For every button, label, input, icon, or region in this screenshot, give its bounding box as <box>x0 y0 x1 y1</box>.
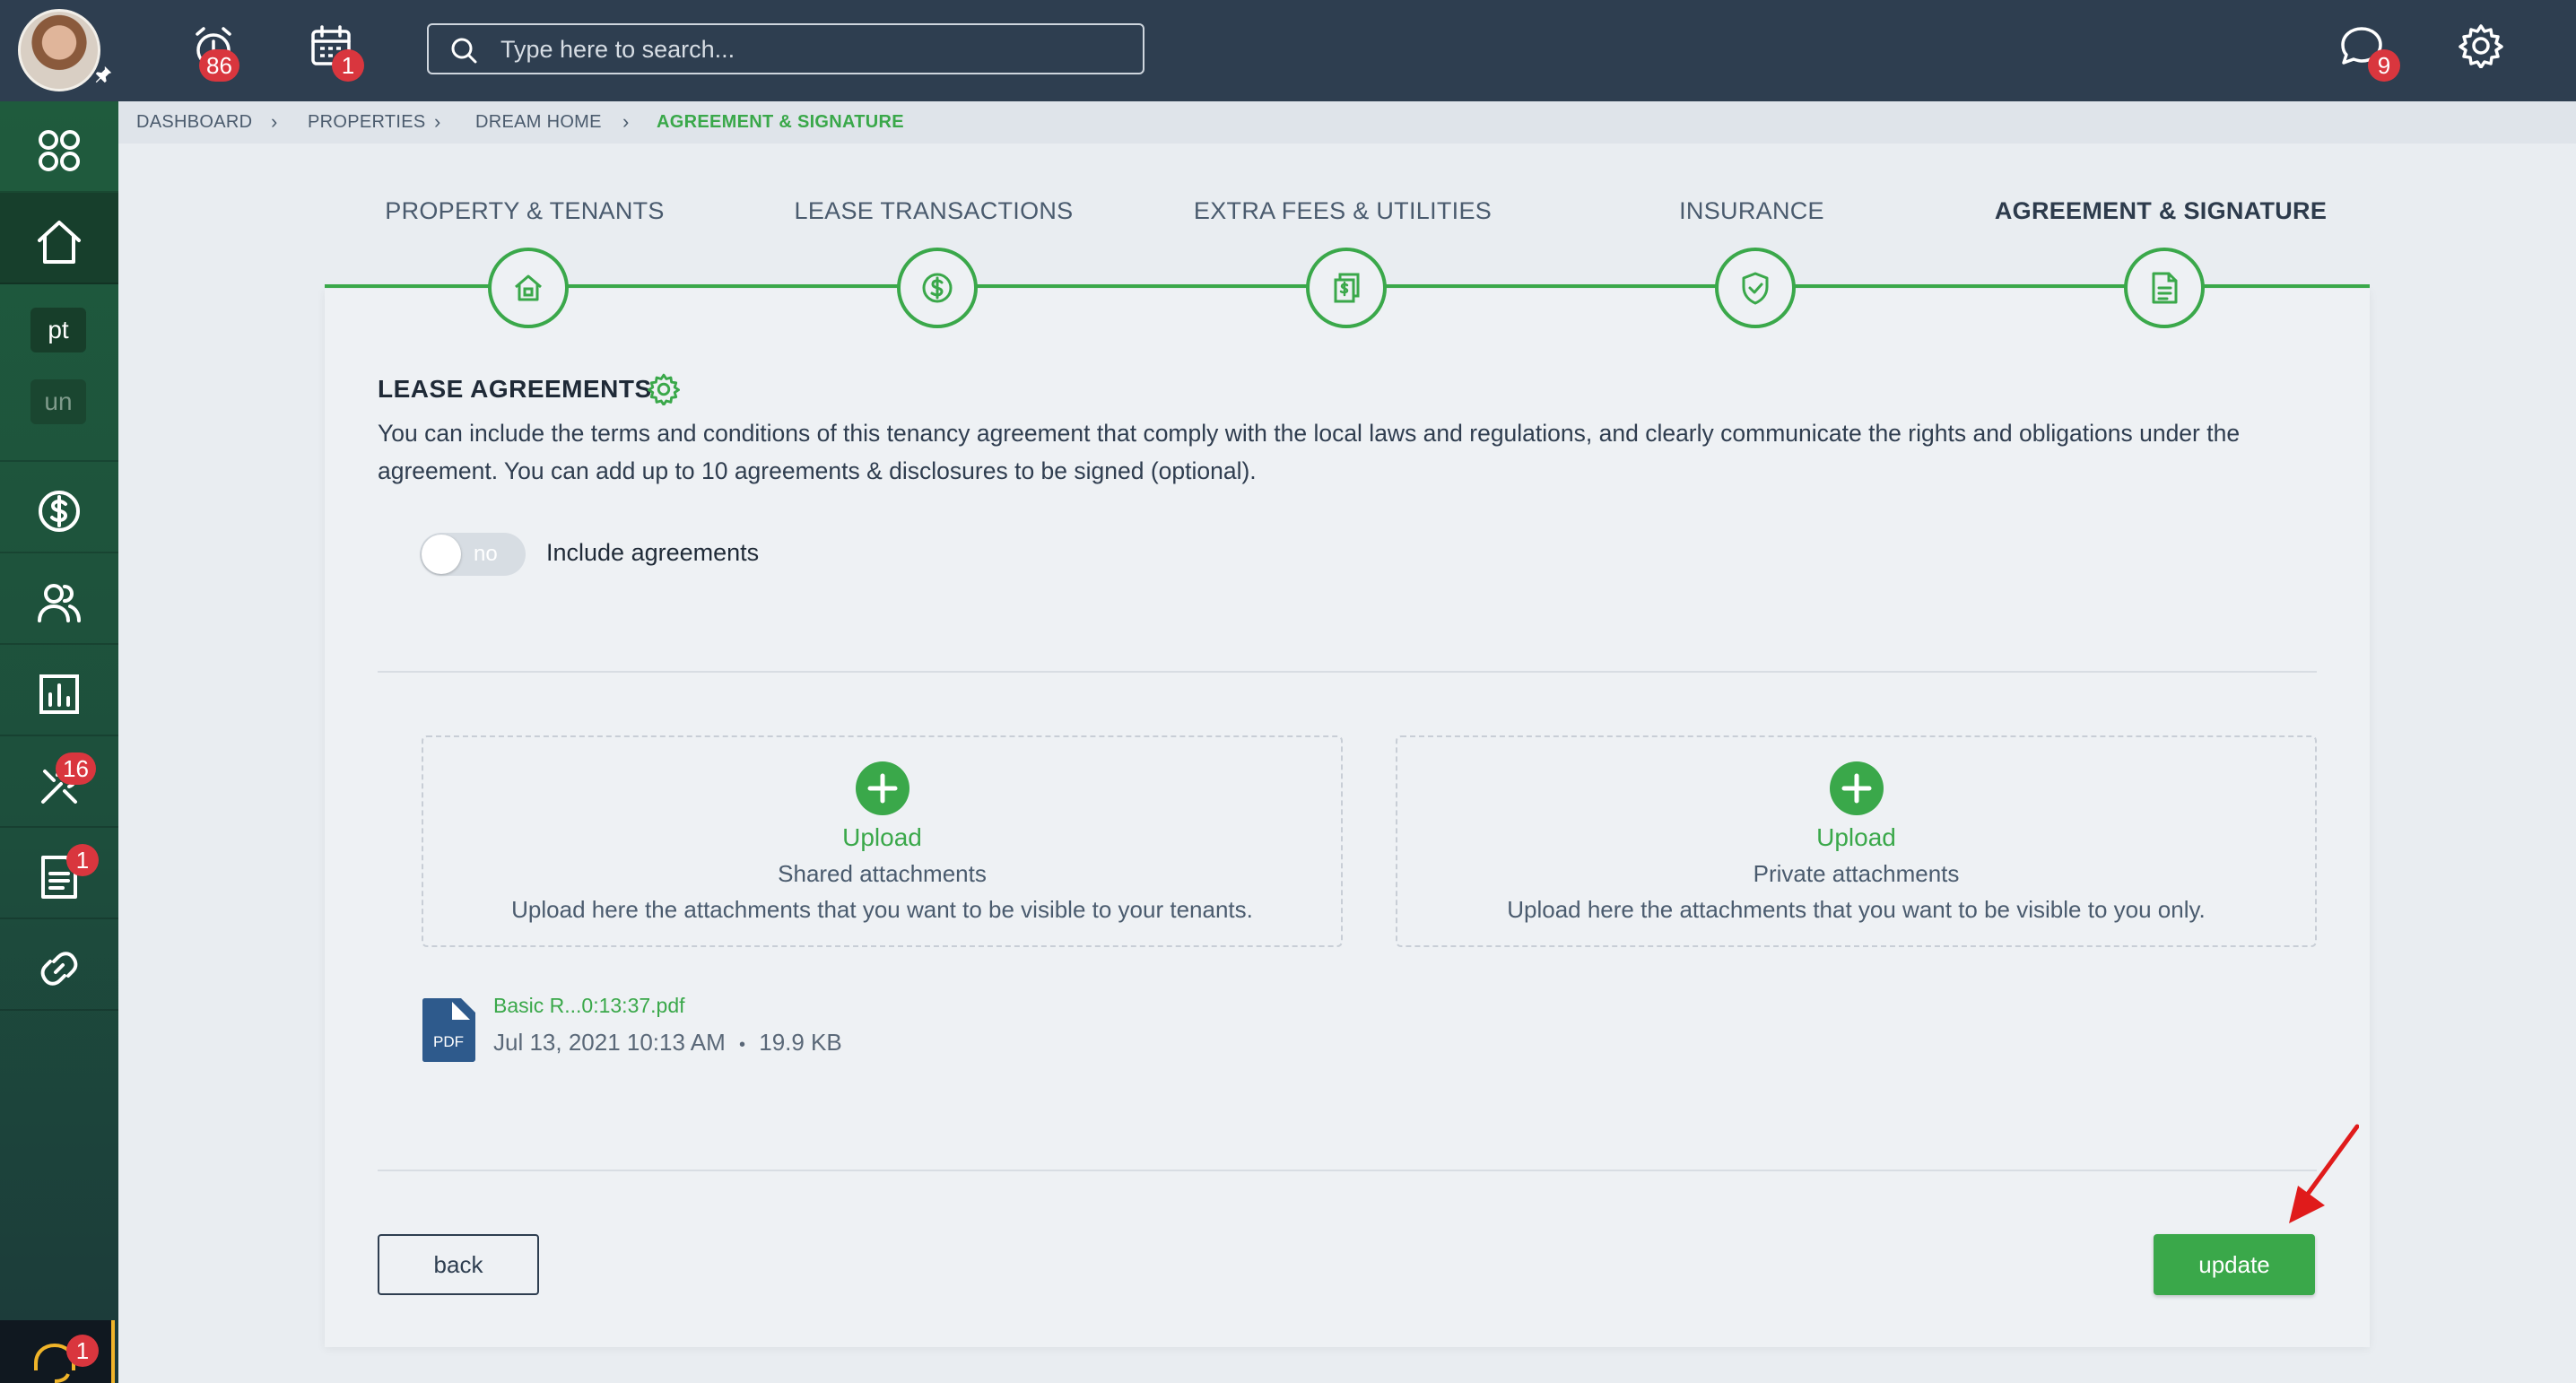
users-icon <box>38 584 81 622</box>
file-size: 19.9 KB <box>759 1029 842 1056</box>
document-icon <box>2152 272 2178 304</box>
file-meta: Jul 13, 2021 10:13 AM • 19.9 KB <box>493 1029 842 1057</box>
file-meta-separator: • <box>738 1035 745 1055</box>
alarm-badge: 86 <box>199 49 239 82</box>
step-extra-fees[interactable] <box>1306 248 1387 328</box>
upload-private-dropzone[interactable]: Upload Private attachments Upload here t… <box>1396 735 2317 947</box>
pdf-label: PDF <box>433 1033 464 1050</box>
pin-icon <box>95 65 112 83</box>
search-box[interactable] <box>427 23 1144 74</box>
upload-private-hint: Upload here the attachments that you wan… <box>1507 896 2206 923</box>
shortcut-pt[interactable]: pt <box>30 308 86 352</box>
chat-badge: 9 <box>2368 49 2400 82</box>
step-label-insurance[interactable]: INSURANCE <box>1679 197 1824 225</box>
upload-shared-action[interactable]: Upload <box>423 823 1341 852</box>
sidebar-item-shortcuts: pt un <box>0 284 118 462</box>
grid-icon <box>39 130 80 171</box>
sidebar-item-documents[interactable]: 1 <box>0 828 118 919</box>
link-icon <box>40 952 78 986</box>
toggle-label: Include agreements <box>546 539 760 566</box>
step-label-property-tenants[interactable]: PROPERTY & TENANTS <box>385 197 664 225</box>
upload-shared-dropzone[interactable]: Upload Shared attachments Upload here th… <box>422 735 1343 947</box>
breadcrumb-properties[interactable]: PROPERTIES <box>308 112 426 133</box>
step-agreement-signature[interactable] <box>2124 248 2205 328</box>
chevron-right-icon: › <box>271 110 278 133</box>
step-property-tenants[interactable] <box>488 248 569 328</box>
bills-icon <box>1334 273 1360 303</box>
file-date: Jul 13, 2021 10:13 AM <box>493 1029 726 1056</box>
sidebar-item-apps[interactable] <box>0 101 118 193</box>
file-name-link[interactable]: Basic R...0:13:37.pdf <box>493 994 685 1018</box>
upload-private-kind: Private attachments <box>1753 860 1960 887</box>
step-label-lease-transactions[interactable]: LEASE TRANSACTIONS <box>795 197 1074 225</box>
include-agreements-toggle[interactable]: no <box>420 533 526 576</box>
breadcrumb-dream-home[interactable]: DREAM HOME <box>475 112 602 133</box>
sidebar: pt un 16 1 <box>0 101 118 1383</box>
sidebar-item-reports[interactable] <box>0 645 118 736</box>
toggle-state: no <box>474 542 498 566</box>
back-button[interactable]: back <box>378 1234 539 1295</box>
calendar-button[interactable]: 1 <box>307 20 370 83</box>
bar-chart-icon <box>39 674 79 714</box>
chevron-right-icon: › <box>434 110 441 133</box>
divider <box>378 671 2317 673</box>
shield-check-icon <box>1742 272 1769 305</box>
update-button[interactable]: update <box>2154 1234 2315 1295</box>
breadcrumb-dashboard[interactable]: DASHBOARD <box>136 112 252 133</box>
step-lease-transactions[interactable] <box>897 248 978 328</box>
dollar-icon <box>39 491 80 532</box>
sidebar-item-people[interactable] <box>0 553 118 645</box>
gear-icon[interactable] <box>648 373 680 405</box>
home-icon <box>38 221 81 264</box>
user-avatar[interactable] <box>18 9 100 91</box>
annotation-arrow-icon <box>2289 1124 2359 1223</box>
step-label-extra-fees[interactable]: EXTRA FEES & UTILITIES <box>1194 197 1492 225</box>
upload-shared-kind: Shared attachments <box>778 860 987 887</box>
section-description: You can include the terms and conditions… <box>378 420 2241 484</box>
calendar-badge: 1 <box>332 49 364 82</box>
sidebar-item-links[interactable] <box>0 919 118 1011</box>
upload-private-action[interactable]: Upload <box>1397 823 2315 852</box>
sidebar-item-payments[interactable] <box>0 462 118 553</box>
house-icon <box>515 274 542 301</box>
chat-button[interactable]: 9 <box>2336 20 2400 83</box>
breadcrumb-current: AGREEMENT & SIGNATURE <box>657 112 904 132</box>
alarm-button[interactable]: 86 <box>188 20 251 83</box>
chevron-right-icon: › <box>622 110 630 133</box>
shortcut-un[interactable]: un <box>30 379 86 424</box>
maintenance-badge: 16 <box>56 752 96 785</box>
divider <box>378 1170 2317 1171</box>
top-bar: 86 1 9 <box>0 0 2576 101</box>
sidebar-item-maintenance[interactable]: 16 <box>0 736 118 828</box>
breadcrumb: DASHBOARD › PROPERTIES › DREAM HOME › AG… <box>118 101 2576 144</box>
plus-circle-icon <box>855 761 909 815</box>
step-insurance[interactable] <box>1715 248 1796 328</box>
plus-circle-icon <box>1829 761 1884 815</box>
help-button[interactable]: 1 <box>0 1320 115 1383</box>
search-input[interactable] <box>500 32 1119 66</box>
pdf-file-icon[interactable]: PDF <box>422 996 477 1063</box>
step-label-agreement-signature[interactable]: AGREEMENT & SIGNATURE <box>1995 197 2327 225</box>
sidebar-item-home[interactable] <box>0 193 118 284</box>
documents-badge: 1 <box>66 844 99 876</box>
section-title: LEASE AGREEMENTS <box>378 375 652 403</box>
search-icon <box>451 38 477 64</box>
dollar-icon <box>922 273 953 303</box>
gear-icon[interactable] <box>2459 23 2503 68</box>
upload-shared-hint: Upload here the attachments that you wan… <box>511 896 1253 923</box>
toggle-knob <box>422 535 461 574</box>
help-badge: 1 <box>66 1335 99 1367</box>
